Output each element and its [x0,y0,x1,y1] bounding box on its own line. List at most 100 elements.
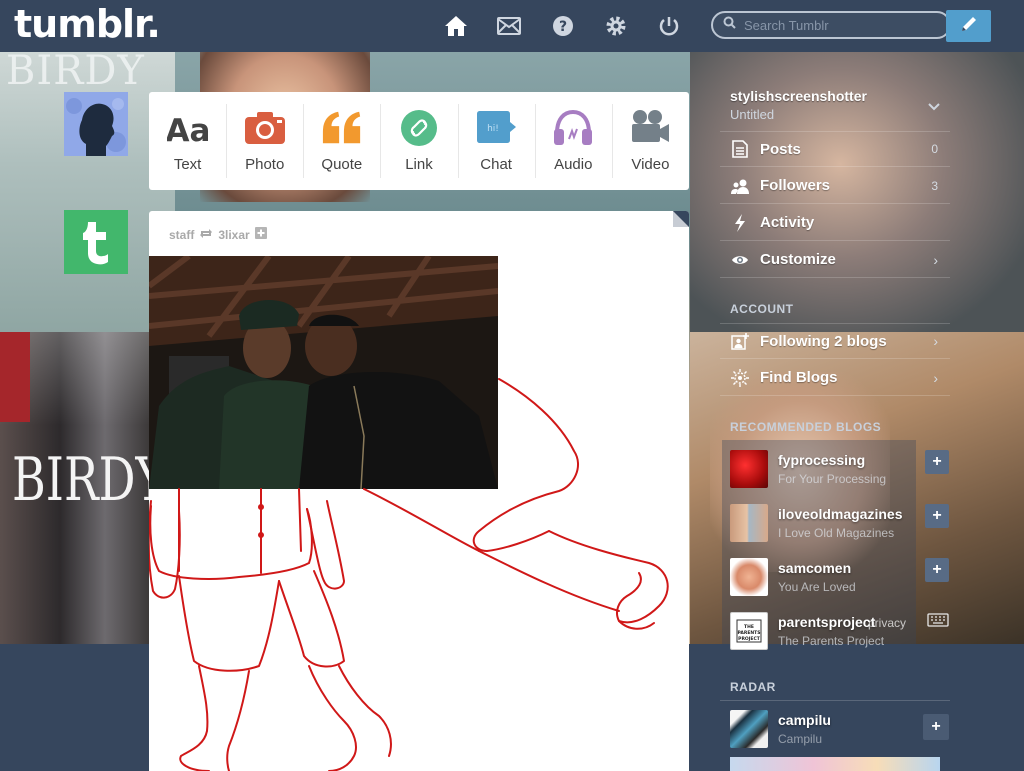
follow-button[interactable]: + [925,504,949,528]
blog-name: stylishscreenshotter [730,88,867,104]
camera-icon [244,108,286,148]
mail-icon[interactable] [496,13,522,39]
post-type-label: Quote [321,156,363,173]
staff-avatar[interactable] [64,210,128,274]
text-icon: Aa [167,108,209,148]
svg-text:?: ? [559,19,567,35]
sidebar-item-find-blogs[interactable]: Find Blogs › [720,360,950,396]
background-text: BIRDY [12,443,166,515]
top-navigation-bar: tumblr. ? [0,0,1024,52]
compose-button[interactable] [946,10,991,42]
post-type-label: Chat [480,156,512,173]
blog-avatar [730,558,768,596]
quote-icon [321,108,363,148]
divider [720,700,950,701]
blog-name: samcomen [778,560,852,576]
svg-text:THE: THE [744,624,754,630]
sidebar-item-label: Followers [760,177,831,194]
background-detail [0,332,30,422]
new-chat-post-button[interactable]: hi! Chat [457,92,535,190]
post-type-label: Text [173,156,202,173]
headphones-icon [552,108,594,148]
search-icon [723,16,736,34]
eye-icon [730,254,750,266]
help-icon[interactable]: ? [550,13,576,39]
post-type-label: Video [631,156,670,173]
home-icon[interactable] [443,13,469,39]
sidebar-item-posts[interactable]: Posts 0 [720,131,950,167]
post-type-bar: Aa Text Photo Quote Link hi! Chat Audio [149,92,689,190]
video-camera-icon [629,108,671,148]
blog-title: The Parents Project [778,634,885,648]
posts-icon [730,140,750,158]
follow-button[interactable]: + [925,558,949,582]
blog-name: parentsproject [778,614,876,630]
blog-avatar [730,710,768,748]
new-quote-post-button[interactable]: Quote [303,92,380,190]
recommended-blogs-heading: RECOMMENDED BLOGS [730,420,882,434]
sidebar-item-activity[interactable]: Activity [720,205,950,241]
keyboard-icon[interactable] [927,612,949,633]
chat-icon: hi! [475,108,517,148]
sidebar-item-following[interactable]: Following 2 blogs › [720,323,950,359]
link-icon [398,108,440,148]
tumblr-logo[interactable]: tumblr. [14,2,161,46]
new-text-post-button[interactable]: Aa Text [149,92,226,190]
sidebar-item-label: Posts [760,140,801,158]
recommended-blog[interactable]: THE PARENTS PROJECT parentsproject privacy… [730,612,949,656]
radar-heading: RADAR [730,680,776,694]
new-audio-post-button[interactable]: Audio [534,92,612,190]
recommended-blog[interactable]: fyprocessing For Your Processing + [730,450,949,494]
privacy-overlay-text: privacy [868,616,907,630]
search-box [711,11,951,39]
pencil-icon [959,14,979,39]
sidebar-item-label: Activity [760,214,815,231]
dashboard-post: staff 3lixar [149,211,689,771]
blog-title: Campilu [778,732,823,746]
svg-text:PARENTS: PARENTS [738,630,761,636]
following-icon [730,332,750,350]
recommended-blog[interactable]: samcomen You Are Loved + [730,558,949,602]
sidebar-item-label: Find Blogs [760,369,838,386]
post-type-label: Audio [554,156,593,173]
new-photo-post-button[interactable]: Photo [226,92,303,190]
svg-text:hi!: hi! [487,124,499,134]
user-avatar[interactable] [64,92,128,156]
power-icon[interactable] [656,13,682,39]
search-input[interactable] [742,16,936,34]
red-doodle-drawing [149,378,669,771]
compass-icon [730,368,750,387]
blog-avatar: THE PARENTS PROJECT [730,612,768,650]
followers-count: 3 [931,178,938,193]
blog-avatar [730,504,768,542]
background-image: BIRDY [0,332,166,644]
blog-name: iloveoldmagazines [778,506,903,522]
blog-avatar [730,450,768,488]
chevron-right-icon: › [933,333,938,349]
follow-button[interactable]: + [923,714,949,740]
posts-count: 0 [931,142,938,156]
chevron-down-icon[interactable] [928,98,940,114]
new-link-post-button[interactable]: Link [380,92,457,190]
sidebar-item-customize[interactable]: Customize › [720,242,950,278]
post-type-label: Link [405,156,433,173]
radar-blog[interactable]: campilu Campilu + [730,710,949,754]
new-video-post-button[interactable]: Video [611,92,689,190]
lightning-icon [730,213,750,232]
sidebar-item-followers[interactable]: Followers 3 [720,168,950,204]
radar-post-preview[interactable] [730,757,940,771]
blog-name: campilu [778,712,831,728]
account-heading: ACCOUNT [730,302,794,316]
blog-name: fyprocessing [778,452,866,468]
sidebar-item-label: Customize [760,251,836,268]
recommended-blog[interactable]: iloveoldmagazines I Love Old Magazines + [730,504,949,548]
sidebar-item-label: Following 2 blogs [760,332,887,350]
chevron-right-icon: › [933,369,938,386]
blog-title: You Are Loved [778,580,856,594]
blog-title: I Love Old Magazines [778,526,895,540]
blog-header[interactable]: stylishscreenshotter Untitled [730,88,867,122]
default-avatar-icon [64,92,128,156]
gear-icon[interactable] [603,13,629,39]
svg-text:PROJECT: PROJECT [738,636,761,642]
follow-button[interactable]: + [925,450,949,474]
